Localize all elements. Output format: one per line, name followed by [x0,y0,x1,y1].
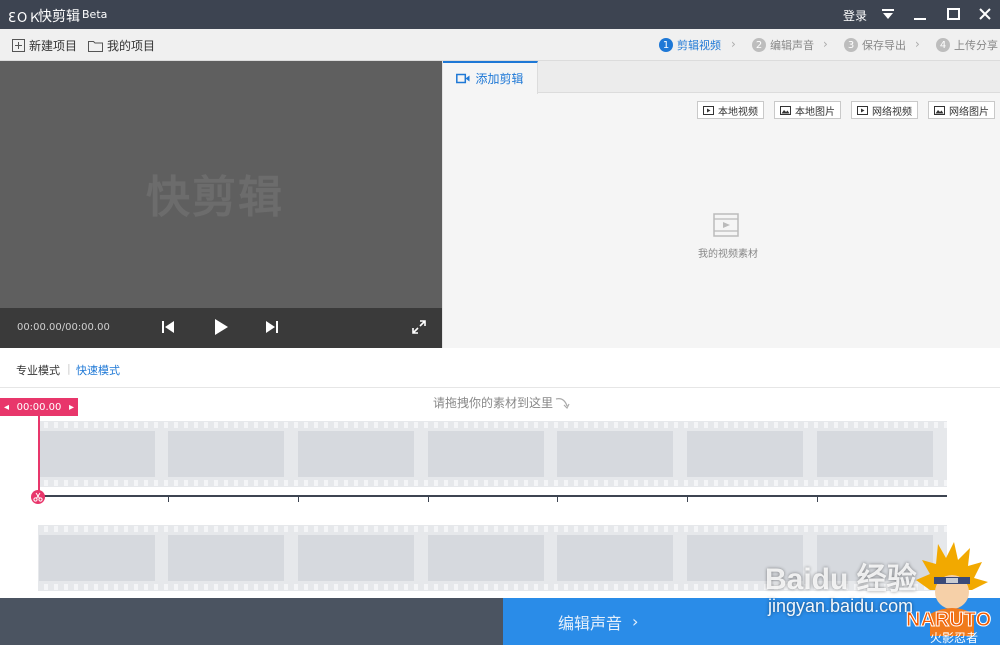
chevron-right-icon: › [632,612,639,631]
video-track[interactable] [38,421,947,487]
step-label: 保存导出 [862,39,906,52]
next-button-label: 编辑声音 [558,613,623,633]
step-edit-audio[interactable]: 2 编辑声音 [752,37,814,53]
web-image-label: 网络图片 [949,106,989,118]
quick-mode-tab[interactable]: 快速模式 [76,362,120,378]
playhead-time: 00:00.00 [16,401,62,413]
app-title: 快剪辑 [38,9,80,25]
chevron-right-icon: › [823,37,828,51]
chevron-right-icon: › [731,37,736,51]
local-image-label: 本地图片 [795,106,835,118]
media-panel: 添加剪辑 本地视频 本地图片 网络视频 网络图片 我的视频素材 [442,61,1000,348]
skip-forward-icon[interactable] [266,320,278,337]
ruler-tick [168,497,169,502]
toolbar: 新建项目 我的项目 1 剪辑视频 › 2 编辑声音 › 3 保存导出 › 4 上… [0,29,1000,61]
frame-placeholder [428,535,544,581]
video-camera-icon [456,73,470,84]
minimize-icon[interactable] [909,4,931,24]
local-video-label: 本地视频 [718,106,758,118]
dropdown-menu-icon[interactable] [877,4,899,24]
drop-hint: 请拖拽你的素材到这里 [433,396,554,410]
web-video-label: 网络视频 [872,106,912,118]
step-label: 剪辑视频 [677,39,721,52]
step-label: 编辑声音 [770,39,814,52]
timecode: 00:00.00/00:00.00 [17,322,110,333]
image-icon [934,105,945,115]
frame-placeholder [39,431,155,477]
my-projects-label: 我的项目 [107,39,156,53]
naruto-text: NARUTO [906,609,991,631]
frame-placeholder [168,431,284,477]
tab-add-clip[interactable]: 添加剪辑 [443,61,538,94]
frame-placeholder [687,431,803,477]
frame-placeholder [428,431,544,477]
playhead-time-badge[interactable]: ◂ 00:00.00 ▸ [0,398,78,416]
maximize-icon[interactable] [942,4,964,24]
skip-back-icon[interactable] [162,320,174,337]
playhead-line[interactable] [38,416,40,494]
naruto-subtitle: 火影忍者 [930,631,978,645]
empty-media-label: 我的视频素材 [698,249,758,260]
play-icon[interactable] [214,318,229,339]
frame-placeholder [557,431,673,477]
frame-placeholder [168,535,284,581]
login-button[interactable]: 登录 [843,7,867,24]
new-project-button[interactable]: 新建项目 [12,37,77,54]
scissors-icon[interactable] [31,490,45,504]
folder-icon [88,40,103,52]
add-icon [12,39,25,52]
ruler-tick [817,497,818,502]
step-label: 上传分享 [954,39,998,52]
video-icon [703,105,714,115]
frame-placeholder [39,535,155,581]
chevron-right-icon: › [915,37,920,51]
frame-placeholder [557,535,673,581]
tab-strip: 添加剪辑 [443,61,1000,94]
baidu-url-watermark: jingyan.baidu.com [768,596,914,616]
video-preview[interactable]: 快剪辑 [0,61,442,308]
web-image-button[interactable]: 网络图片 [928,101,995,119]
film-icon [713,213,739,240]
ruler-tick [687,497,688,502]
video-icon [857,105,868,115]
mode-divider: | [67,362,71,375]
step-upload-share[interactable]: 4 上传分享 [936,37,998,53]
title-bar: ƐOＫ 快剪辑 Beta 登录 [0,0,1000,29]
local-video-button[interactable]: 本地视频 [697,101,764,119]
step-number: 2 [752,38,766,52]
new-project-label: 新建项目 [29,39,78,53]
mode-switcher: 专业模式 | 快速模式 [0,348,1000,388]
close-icon[interactable] [974,4,996,24]
frame-placeholder [298,431,414,477]
step-save-export[interactable]: 3 保存导出 [844,37,906,53]
frame-placeholder [817,431,933,477]
ruler-tick [428,497,429,502]
my-projects-button[interactable]: 我的项目 [88,37,155,54]
caret-right-icon[interactable]: ▸ [69,402,74,413]
caret-left-icon[interactable]: ◂ [4,402,9,413]
web-video-button[interactable]: 网络视频 [851,101,918,119]
step-number: 3 [844,38,858,52]
ruler-tick [557,497,558,502]
pro-mode-tab[interactable]: 专业模式 [16,362,60,378]
curved-arrow-icon [555,396,571,413]
fullscreen-icon[interactable] [412,320,426,337]
tab-label: 添加剪辑 [475,72,524,86]
naruto-logo: NARUTO 火影忍者 [900,540,1000,645]
step-edit-video[interactable]: 1 剪辑视频 [659,37,721,53]
frame-placeholder [298,535,414,581]
step-number: 4 [936,38,950,52]
bottom-bar [0,598,503,645]
preview-watermark: 快剪辑 [146,172,284,223]
image-icon [780,105,791,115]
timeline-ruler [38,495,947,497]
step-number: 1 [659,38,673,52]
baidu-watermark: Baidu 经验 [765,563,917,596]
ruler-tick [298,497,299,502]
app-beta-badge: Beta [82,8,108,21]
local-image-button[interactable]: 本地图片 [774,101,841,119]
playback-controls: 00:00.00/00:00.00 [0,308,442,348]
